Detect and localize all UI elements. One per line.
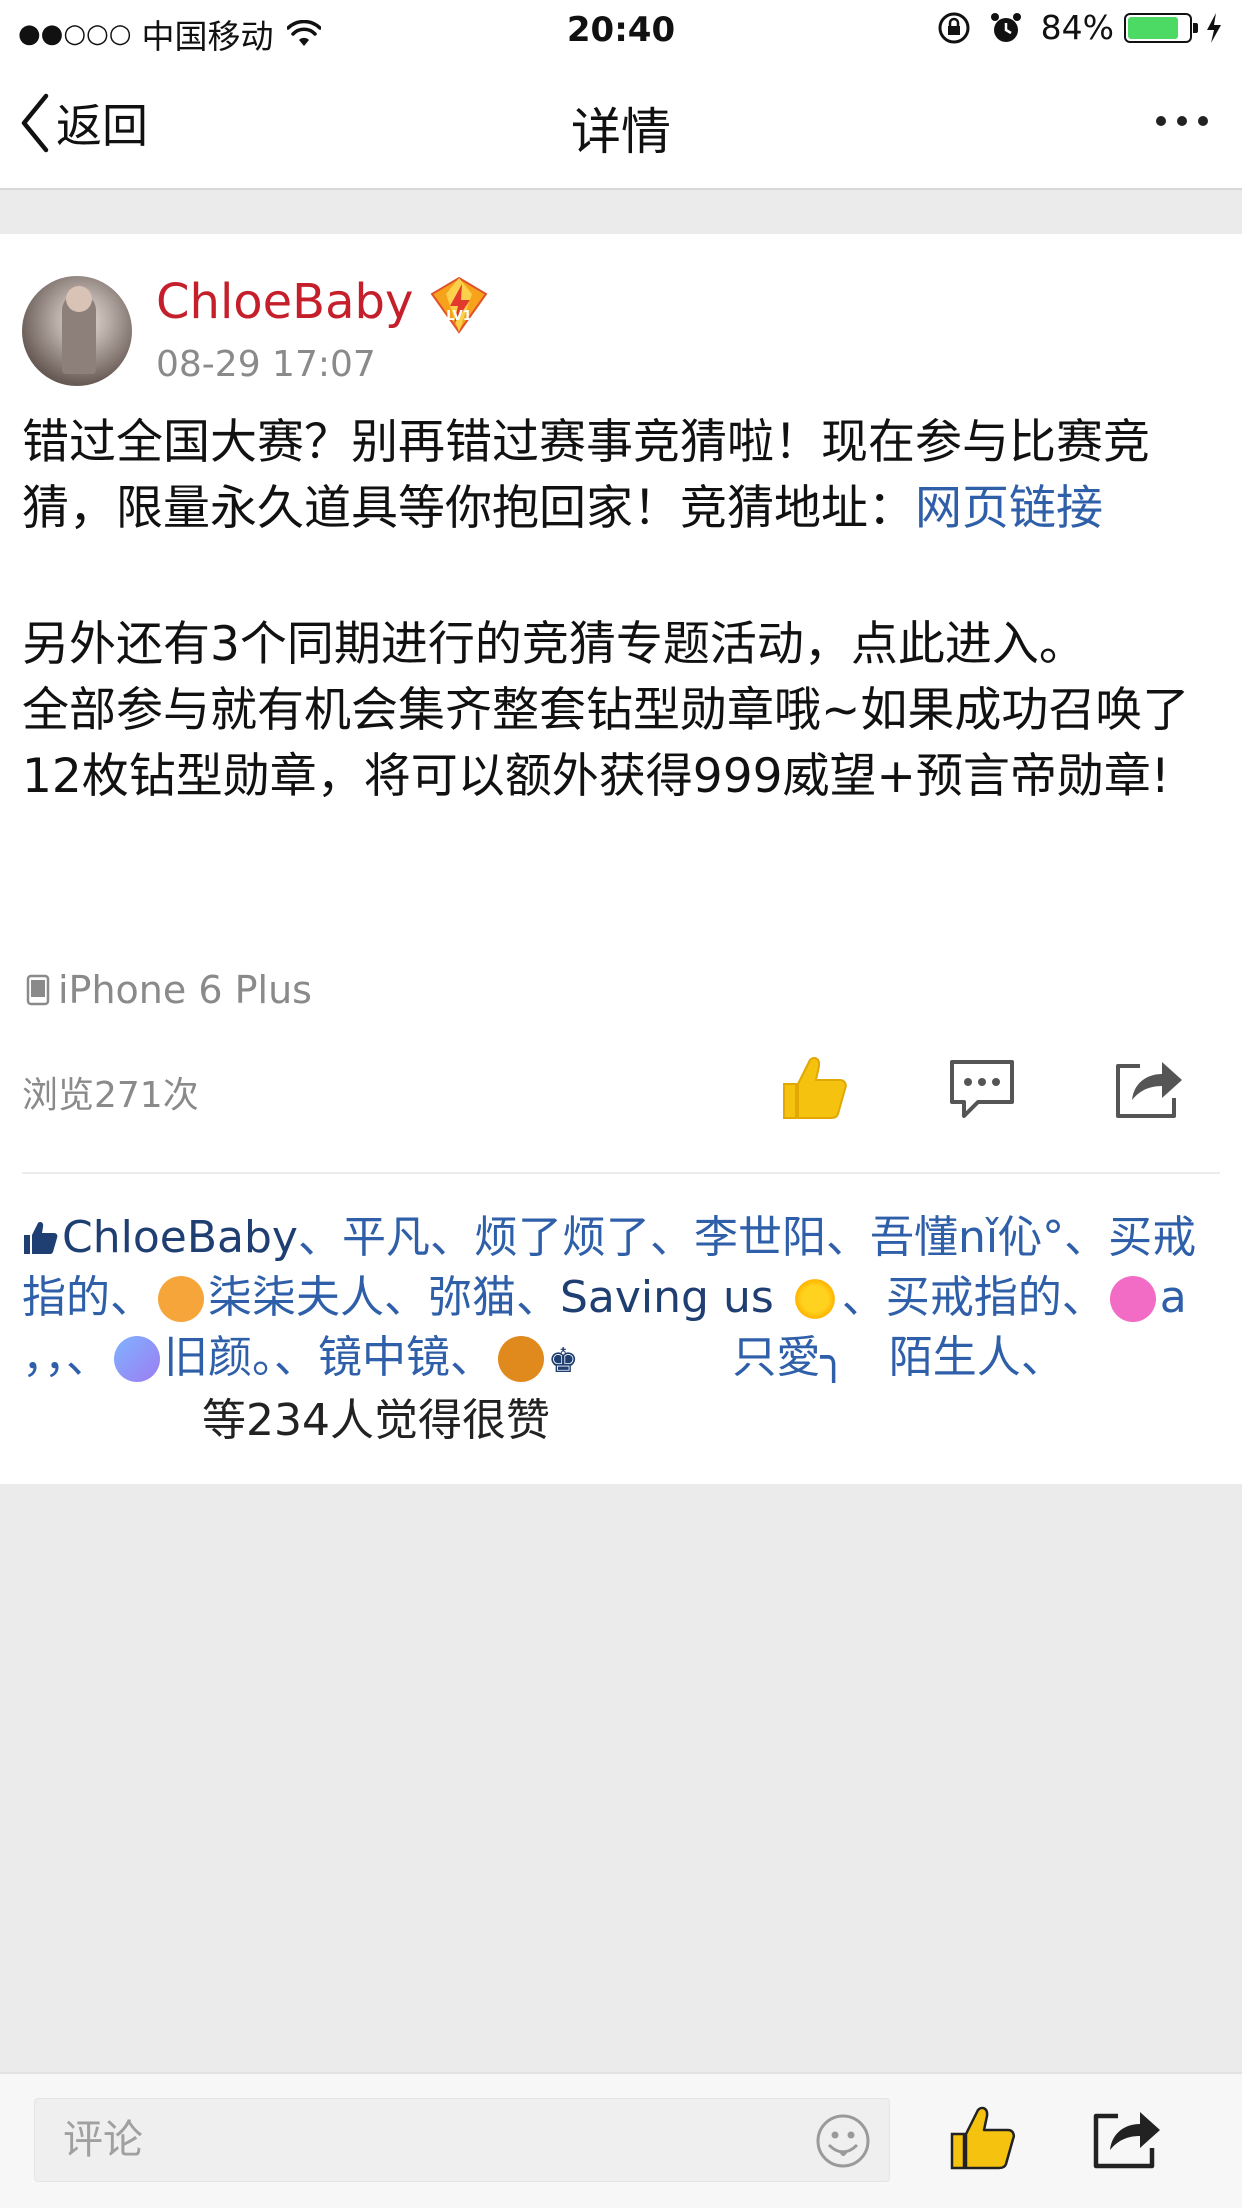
separator: 、 [841, 1272, 886, 1323]
liker-name[interactable]: 只愛╮ [732, 1332, 847, 1383]
post-timestamp: 08-29 17:07 [156, 344, 376, 385]
sun-emoji-icon [791, 1276, 838, 1322]
post-paragraph-3: 全部参与就有机会集齐整套钻型勋章哦~如果成功召唤了12枚钻型勋章，将可以额外获得… [22, 678, 1222, 810]
separator: 、 [1064, 1212, 1109, 1263]
thumbs-up-small-icon [24, 1222, 58, 1254]
likes-summary: 等234人觉得很赞 [202, 1395, 550, 1446]
separator: 、 [450, 1332, 494, 1383]
more-icon-dot [1177, 116, 1187, 126]
battery-fill [1128, 16, 1178, 39]
nav-bar: 返回 详情 [0, 62, 1242, 190]
post-text-2b: 全部参与就有机会集齐整套钻型勋章哦~如果成功召唤了12枚钻型勋章，将可以额外获得… [22, 683, 1190, 804]
liker-name[interactable]: ChloeBaby [62, 1212, 298, 1263]
comment-input[interactable] [35, 2099, 815, 2181]
status-right: 84% [919, 8, 1224, 47]
liker-name[interactable]: ，， [22, 1332, 66, 1383]
avatar[interactable] [22, 276, 132, 386]
post-paragraph-2: 另外还有3个同期进行的竞猜专题活动，点此进入。 [22, 612, 1222, 678]
liker-name[interactable]: 镜中镜 [318, 1332, 450, 1383]
alarm-icon [990, 12, 1021, 42]
separator: 、 [66, 1332, 110, 1383]
like-button[interactable] [778, 1052, 850, 1124]
battery-tip [1193, 22, 1198, 33]
bottom-share-button[interactable] [1090, 2102, 1162, 2174]
liker-name[interactable]: 旧颜。 [164, 1332, 274, 1383]
phone-icon [26, 974, 50, 1006]
separator: 、 [274, 1332, 318, 1383]
bottom-like-button[interactable] [946, 2102, 1018, 2174]
webpage-link[interactable]: 网页链接 [915, 481, 1103, 536]
level-badge-text: LV1 [446, 309, 472, 324]
separator: 、 [384, 1272, 428, 1323]
thumbs-up-icon [950, 2132, 966, 2170]
device-name: iPhone 6 Plus [58, 968, 312, 1012]
username[interactable]: ChloeBaby [156, 274, 413, 330]
liker-name[interactable]: Saving us [560, 1272, 774, 1323]
separator: 、 [429, 1212, 474, 1263]
liker-name[interactable]: 弥猫 [428, 1272, 516, 1323]
liker-name[interactable]: 李世阳 [694, 1212, 826, 1263]
view-count: 浏览271次 [22, 1075, 199, 1116]
liker-name[interactable]: 陌生人 [889, 1332, 1021, 1383]
divider [22, 1172, 1220, 1174]
flower-emoji-icon [1109, 1276, 1156, 1322]
charging-icon [1207, 12, 1221, 43]
bottom-toolbar [0, 2072, 1242, 2208]
liker-name[interactable]: 烦了烦了 [474, 1212, 650, 1263]
liker-name[interactable]: 吾懂nǐ伈° [870, 1212, 1064, 1263]
level-badge-icon: LV1 [430, 276, 488, 334]
separator: 、 [110, 1272, 154, 1323]
cloud-emoji-icon [114, 1336, 160, 1382]
emoji-button[interactable] [815, 2113, 871, 2169]
thumbs-up-icon [783, 1083, 797, 1119]
post-card: ChloeBaby LV1 08-29 17:07 错过全国大赛？别再错过赛事竞… [0, 234, 1242, 1484]
comment-button[interactable] [946, 1052, 1018, 1124]
rotation-lock-icon [938, 12, 970, 43]
battery-percent: 84% [1040, 8, 1114, 47]
more-button[interactable] [1156, 116, 1208, 126]
battery-icon [1124, 12, 1198, 43]
share-button[interactable] [1112, 1052, 1184, 1124]
separator: 、 [825, 1212, 870, 1263]
post-paragraph-1: 错过全国大赛？别再错过赛事竞猜啦！现在参与比赛竞猜，限量永久道具等你抱回家！竞猜… [22, 410, 1222, 542]
likes-list: ChloeBaby、平凡、烦了烦了、李世阳、吾懂nǐ伈°、买戒指的、 柒柒夫人、弥… [22, 1208, 1222, 1451]
comment-box [34, 2098, 890, 2182]
liker-name[interactable]: 柒柒夫人 [208, 1272, 384, 1323]
liker-name[interactable]: a [1160, 1272, 1187, 1323]
comment-bubble-icon [950, 1060, 1014, 1118]
post-content: 错过全国大赛？别再错过赛事竞猜啦！现在参与比赛竞猜，限量永久道具等你抱回家！竞猜… [22, 410, 1222, 810]
page-title: 详情 [571, 103, 671, 161]
more-icon-dot [1198, 116, 1208, 126]
separator: 、 [516, 1272, 560, 1323]
device-info: iPhone 6 Plus [26, 968, 312, 1012]
liker-name[interactable]: ♚ [548, 1341, 578, 1381]
separator: 、 [649, 1212, 694, 1263]
avatar-head [66, 286, 92, 312]
separator: 、 [1020, 1332, 1065, 1383]
status-bar: ●●○○○ 中国移动 20:40 84% [0, 0, 1242, 62]
separator: 、 [1061, 1272, 1106, 1323]
post-text-2a: 另外还有3个同期进行的竞猜专题活动，点此进入。 [22, 617, 1086, 672]
rabbit-emoji-icon [158, 1276, 204, 1322]
liker-name[interactable]: 平凡 [342, 1212, 430, 1263]
liker-name[interactable]: 买戒指的 [886, 1272, 1062, 1323]
separator: 、 [297, 1212, 342, 1263]
cat-emoji-icon [498, 1336, 544, 1382]
more-icon-dot [1156, 116, 1166, 126]
